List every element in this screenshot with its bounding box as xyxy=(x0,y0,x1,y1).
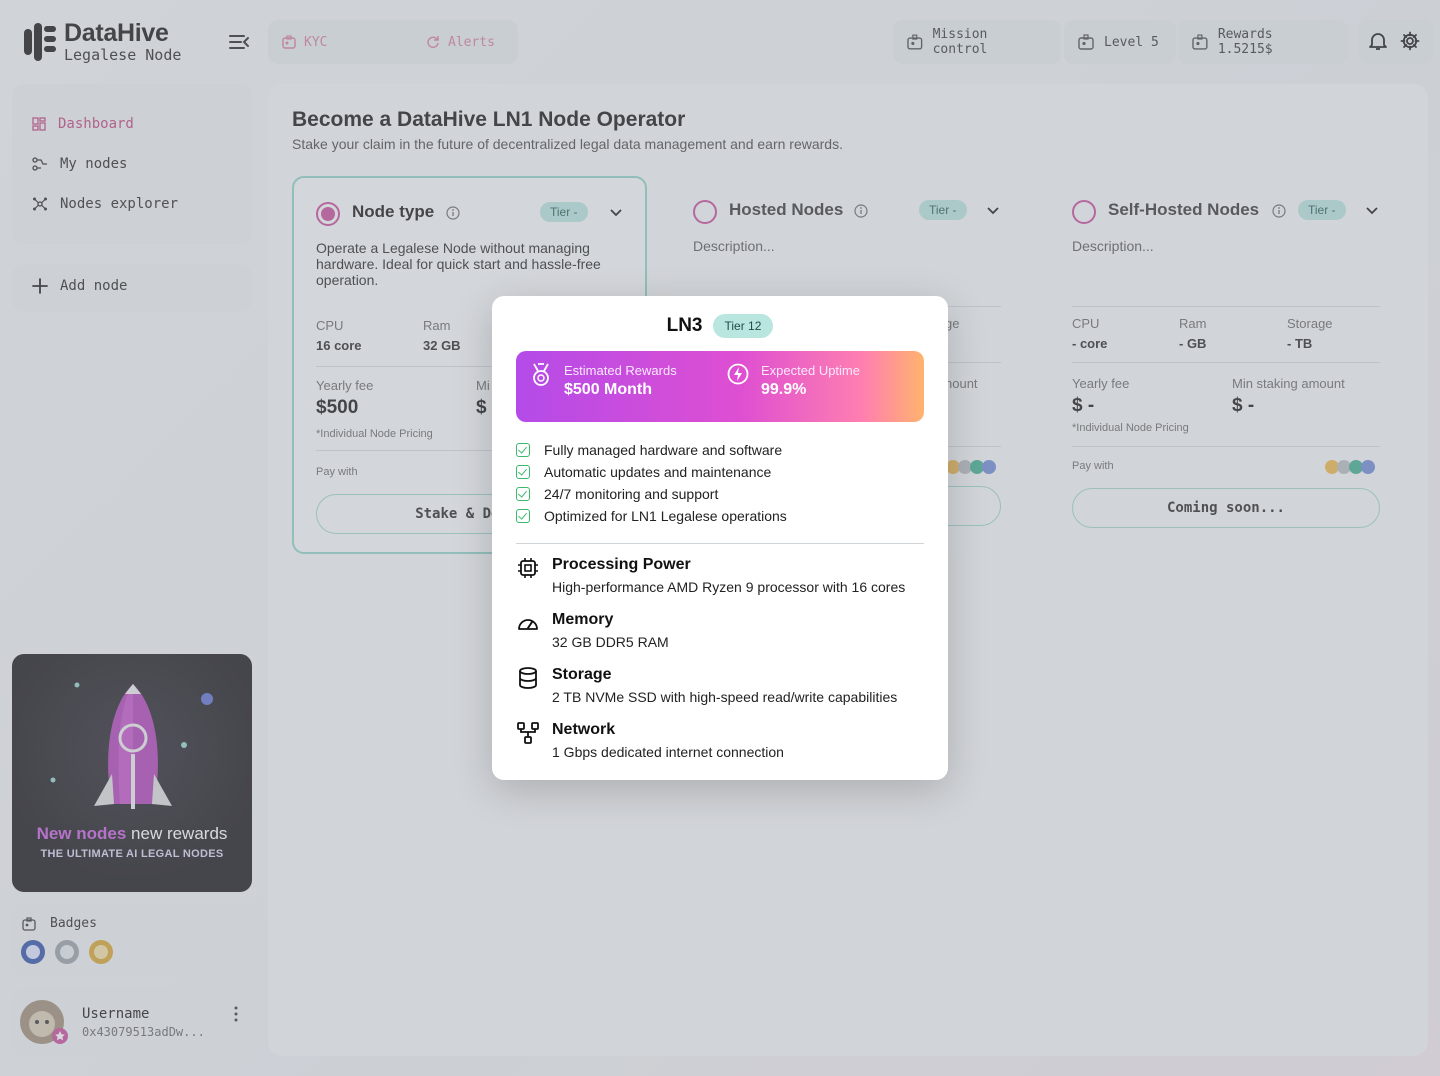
check-icon xyxy=(516,443,530,457)
feature-text: Optimized for LN1 Legalese operations xyxy=(544,508,787,524)
check-icon xyxy=(516,465,530,479)
feature-item: Optimized for LN1 Legalese operations xyxy=(516,508,787,524)
spec-name: Network xyxy=(552,721,616,738)
cpu-icon xyxy=(518,558,538,578)
spec-name: Memory xyxy=(552,611,614,628)
spec-name: Storage xyxy=(552,666,612,683)
gauge-icon xyxy=(518,619,538,630)
uptime-value: 99.9% xyxy=(761,381,807,398)
feature-item: 24/7 monitoring and support xyxy=(516,486,718,502)
spec-desc: 32 GB DDR5 RAM xyxy=(552,634,669,650)
spec-name: Processing Power xyxy=(552,556,691,573)
feature-text: Fully managed hardware and software xyxy=(544,442,783,458)
medal-icon xyxy=(533,363,549,386)
spec-desc: 1 Gbps dedicated internet connection xyxy=(552,744,784,760)
feature-text: Automatic updates and maintenance xyxy=(544,464,772,480)
spec-desc: High-performance AMD Ryzen 9 processor w… xyxy=(552,579,906,595)
rewards-value: $500 Month xyxy=(564,381,653,398)
node-details-modal: LN3 Tier 12 Estimated Rewards $500 Month… xyxy=(492,296,948,780)
feature-text: 24/7 monitoring and support xyxy=(544,486,719,502)
expected-uptime: Expected Uptime 99.9% xyxy=(727,363,860,399)
estimated-rewards: Estimated Rewards $500 Month xyxy=(530,363,677,399)
check-icon xyxy=(516,509,530,523)
rewards-label: Estimated Rewards xyxy=(564,363,677,378)
tier-badge: Tier 12 xyxy=(712,314,774,338)
network-icon xyxy=(517,722,539,744)
modal-header: LN3 Tier 12 xyxy=(492,314,948,338)
feature-item: Fully managed hardware and software xyxy=(516,442,782,458)
check-icon xyxy=(516,487,530,501)
uptime-label: Expected Uptime xyxy=(761,363,860,378)
node-name: LN3 xyxy=(666,315,703,336)
divider xyxy=(516,543,924,544)
lightning-icon xyxy=(727,363,749,385)
spec-desc: 2 TB NVMe SSD with high-speed read/write… xyxy=(552,689,898,705)
database-icon xyxy=(519,667,537,689)
rewards-banner: Estimated Rewards $500 Month Expected Up… xyxy=(516,351,924,422)
feature-item: Automatic updates and maintenance xyxy=(516,464,771,480)
